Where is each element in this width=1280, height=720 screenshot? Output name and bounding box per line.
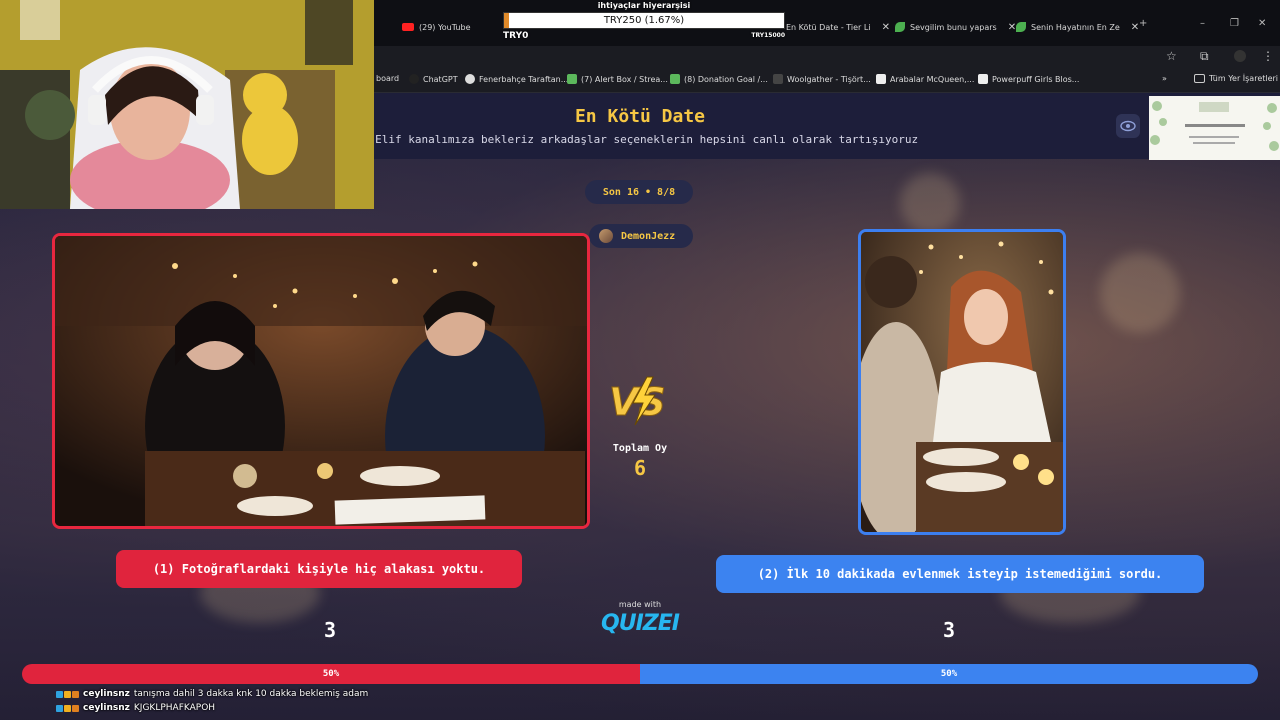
chat-badge-icon <box>56 690 79 698</box>
picture-in-picture-preview <box>1149 96 1280 160</box>
total-votes-label: Toplam Oy <box>612 443 668 454</box>
donation-goal-widget: ihtiyaçlar hiyerarşisi TRY250 (1.67%) TR… <box>503 0 785 42</box>
shop-icon <box>773 74 783 84</box>
folder-icon <box>1194 74 1205 83</box>
vote-progress-bar: 50% 50% <box>22 664 1258 684</box>
eye-icon <box>1120 120 1136 132</box>
chat-badge-icon <box>56 704 79 712</box>
avatar <box>599 229 613 243</box>
option-left-votes: 3 <box>323 618 337 642</box>
round-badge: Son 16 • 8/8 <box>585 180 693 204</box>
bookmarks-more[interactable]: » <box>1162 74 1167 83</box>
new-tab-icon[interactable]: + <box>1139 18 1147 29</box>
close-tab-icon[interactable]: ✕ <box>1131 22 1139 33</box>
site-icon <box>895 22 905 32</box>
bookmark-item[interactable]: Powerpuff Girls Blos... <box>978 74 1079 84</box>
tab-youtube[interactable]: (29) YouTube <box>402 15 471 39</box>
bookmark-item[interactable]: (7) Alert Box / Strea... <box>567 74 668 84</box>
bookmark-item[interactable]: Arabalar McQueen,... <box>876 74 974 84</box>
close-window-icon[interactable]: ✕ <box>1258 18 1266 29</box>
tab-en-kotu-date[interactable]: En Kötü Date - Tier Li ✕ <box>786 15 890 39</box>
donation-goal-title: ihtiyaçlar hiyerarşisi <box>597 1 691 10</box>
donation-goal-progress: TRY250 (1.67%) <box>603 15 685 26</box>
donation-goal-min: TRY0 <box>503 31 529 41</box>
all-bookmarks[interactable]: Tüm Yer İşaretleri <box>1194 74 1278 83</box>
webcam-feed <box>0 0 374 209</box>
total-votes-count: 6 <box>633 456 647 480</box>
extensions-icon[interactable]: ⧉ <box>1200 49 1209 64</box>
creator-name: DemonJezz <box>621 230 676 242</box>
tab-sevgilim[interactable]: Sevgilim bunu yapars ✕ <box>895 15 1016 39</box>
close-tab-icon[interactable]: ✕ <box>1008 22 1016 33</box>
star-icon[interactable]: ☆ <box>1166 49 1177 63</box>
bookmark-item[interactable]: ChatGPT <box>409 74 458 84</box>
minimize-icon[interactable]: – <box>1200 18 1205 29</box>
chat-message: ceylinsnz KJGKLPHAFKAPOH <box>56 703 215 713</box>
tab-senin-hayatinin[interactable]: Senin Hayatının En Ze ✕ <box>1016 15 1139 39</box>
creator-badge[interactable]: DemonJezz <box>589 224 693 248</box>
youtube-icon <box>402 23 414 31</box>
preview-thumbnail <box>1149 96 1280 160</box>
chat-message: ceylinsnz tanışma dahil 3 dakka knk 10 d… <box>56 689 368 699</box>
close-tab-icon[interactable]: ✕ <box>882 22 890 33</box>
background-bokeh <box>900 173 960 233</box>
visibility-button[interactable] <box>1116 114 1140 138</box>
bookmark-item[interactable]: Woolgather - Tişört... <box>773 74 871 84</box>
maximize-icon[interactable]: ❐ <box>1230 18 1239 29</box>
option-left-image[interactable] <box>52 233 590 529</box>
site-icon <box>876 74 886 84</box>
option-right-image[interactable] <box>858 229 1066 535</box>
site-icon <box>978 74 988 84</box>
restaurant-photo <box>55 236 587 526</box>
restaurant-photo <box>861 232 1063 532</box>
webcam-overlay <box>0 0 374 209</box>
progress-left: 50% <box>22 664 640 684</box>
chatgpt-icon <box>409 74 419 84</box>
globe-icon <box>465 74 475 84</box>
bookmark-item[interactable]: Fenerbahçe Taraftan... <box>465 74 568 84</box>
made-with-label: made with <box>618 600 662 609</box>
profile-icon[interactable] <box>1234 50 1246 62</box>
progress-right: 50% <box>640 664 1258 684</box>
donation-goal-max: TRY15000 <box>751 32 785 39</box>
quizei-logo[interactable]: QUIZEI <box>596 611 684 636</box>
option-left-button[interactable]: (1) Fotoğraflardaki kişiyle hiç alakası … <box>116 550 522 588</box>
site-icon <box>1016 22 1026 32</box>
streamlabs-icon <box>670 74 680 84</box>
option-right-votes: 3 <box>942 618 956 642</box>
versus-icon: VS <box>609 376 666 426</box>
donation-goal-bar: TRY250 (1.67%) <box>503 12 785 29</box>
streamlabs-icon <box>567 74 577 84</box>
option-right-button[interactable]: (2) İlk 10 dakikada evlenmek isteyip ist… <box>716 555 1204 593</box>
background-bokeh <box>1100 253 1180 333</box>
menu-icon[interactable]: ⋮ <box>1262 49 1274 63</box>
bookmark-item[interactable]: (8) Donation Goal /... <box>670 74 768 84</box>
bookmark-item[interactable]: board <box>376 74 399 83</box>
